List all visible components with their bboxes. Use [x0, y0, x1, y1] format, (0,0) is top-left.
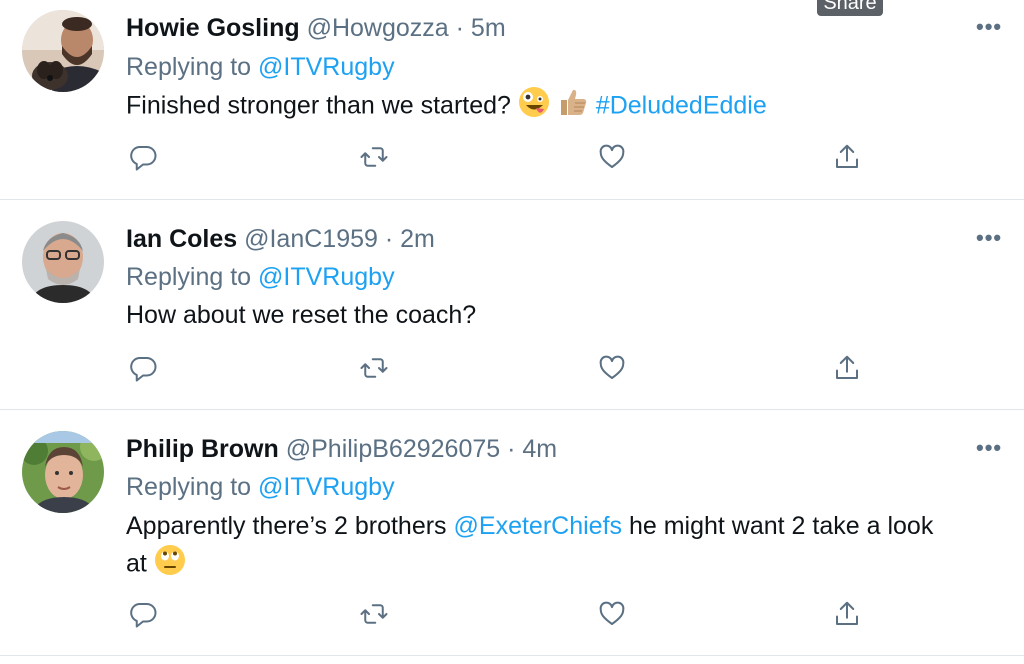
tweet[interactable]: Ian Coles @IanC1959 · 2m ••• Replying to… [0, 199, 1024, 410]
like-icon[interactable] [597, 142, 633, 178]
replying-to: Replying to @ITVRugby [126, 473, 395, 502]
more-options-icon[interactable]: ••• [976, 435, 1002, 461]
replying-prefix: Replying to [126, 263, 252, 291]
hashtag-link[interactable]: #DeludedEddie [596, 92, 767, 120]
retweet-icon[interactable] [359, 353, 395, 389]
tweet-text-body: Finished stronger than we started? [126, 91, 511, 120]
timestamp[interactable]: 2m [400, 225, 435, 253]
tweet-text: How about we reset the coach? [126, 301, 477, 329]
share-icon[interactable] [832, 353, 868, 389]
display-name[interactable]: Ian Coles [126, 225, 237, 253]
timestamp[interactable]: 5m [471, 14, 506, 42]
replying-mention-link[interactable]: @ITVRugby [258, 263, 395, 291]
replying-to: Replying to @ITVRugby [126, 53, 395, 82]
tweet-text-line2: at [126, 549, 147, 578]
like-icon[interactable] [597, 599, 633, 635]
user-handle[interactable]: @PhilipB62926075 [286, 435, 500, 463]
display-name[interactable]: Philip Brown [126, 435, 279, 463]
tweet-text-continued: he might want 2 take a look [628, 512, 934, 540]
tweet-actions [126, 142, 876, 178]
tweet[interactable]: Howie Gosling @Howgozza · 5m ••• Replyin… [0, 0, 1024, 200]
tweet-actions [126, 599, 876, 635]
avatar[interactable] [22, 431, 104, 513]
replying-to: Replying to @ITVRugby [126, 263, 395, 292]
reply-icon[interactable] [128, 599, 164, 635]
retweet-icon[interactable] [359, 599, 395, 635]
tweet-text: Apparently there’s 2 brothers @ExeterChi… [126, 508, 1006, 586]
more-options-icon[interactable]: ••• [976, 225, 1002, 251]
tweet-header: Ian Coles @IanC1959 · 2m [126, 225, 435, 254]
like-icon[interactable] [597, 353, 633, 389]
avatar[interactable] [22, 221, 104, 303]
replying-mention-link[interactable]: @ITVRugby [258, 473, 395, 501]
tweet-header: Howie Gosling @Howgozza · 5m [126, 14, 506, 43]
separator-dot: · [507, 435, 516, 463]
replying-mention-link[interactable]: @ITVRugby [258, 53, 395, 81]
avatar[interactable] [22, 10, 104, 92]
tweet[interactable]: Philip Brown @PhilipB62926075 · 4m ••• R… [0, 409, 1024, 656]
reply-icon[interactable] [128, 142, 164, 178]
zany-face-icon [518, 86, 550, 128]
more-options-icon[interactable]: ••• [976, 14, 1002, 40]
mention-link[interactable]: @ExeterChiefs [454, 512, 623, 540]
replying-prefix: Replying to [126, 53, 252, 81]
replying-prefix: Replying to [126, 473, 252, 501]
retweet-icon[interactable] [359, 142, 395, 178]
tweet-text-body: Apparently there’s 2 brothers [126, 512, 447, 540]
user-handle[interactable]: @IanC1959 [244, 225, 378, 253]
tweet-header: Philip Brown @PhilipB62926075 · 4m [126, 435, 557, 464]
share-icon[interactable] [832, 599, 868, 635]
display-name[interactable]: Howie Gosling [126, 14, 300, 42]
eye-roll-face-icon [154, 544, 186, 586]
tweet-text: Finished stronger than we started? #Delu… [126, 86, 1006, 128]
separator-dot: · [384, 225, 394, 253]
thumbs-up-icon [557, 86, 589, 128]
share-icon[interactable] [832, 142, 868, 178]
tweet-actions [126, 353, 876, 389]
user-handle[interactable]: @Howgozza [307, 14, 449, 42]
reply-icon[interactable] [128, 353, 164, 389]
timestamp[interactable]: 4m [522, 435, 557, 463]
separator-dot: · [455, 14, 464, 42]
